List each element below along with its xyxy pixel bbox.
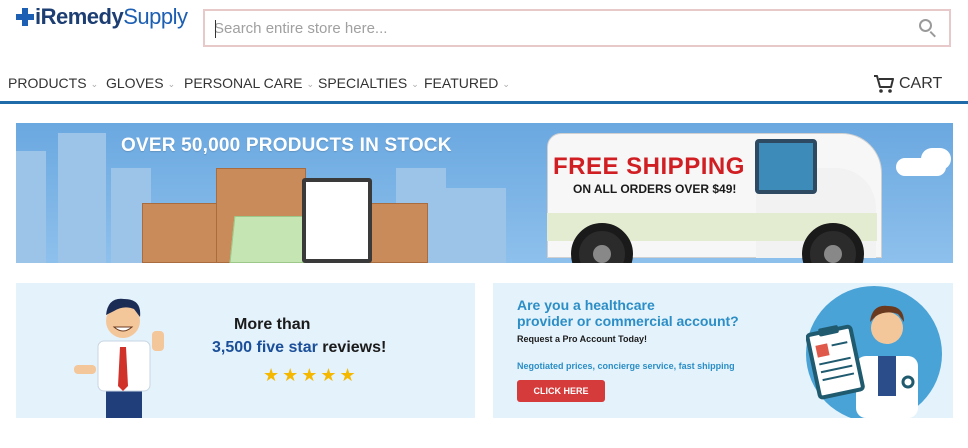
nav-item-personal-care[interactable]: PERSONAL CARE ⌄ — [184, 75, 314, 91]
banner-stock-free-shipping[interactable]: OVER 50,000 PRODUCTS IN STOCK FREE SHIPP… — [16, 123, 953, 263]
nav-item-featured[interactable]: FEATURED ⌄ — [424, 75, 510, 91]
van-window — [755, 139, 817, 194]
nav-item-label: SPECIALTIES — [318, 75, 408, 91]
cloud-shape — [921, 148, 951, 170]
cart-link[interactable]: CART — [873, 74, 942, 94]
search-icon[interactable] — [915, 15, 941, 41]
stock-title: OVER 50,000 PRODUCTS IN STOCK — [121, 135, 452, 156]
reviews-line-1: More than — [234, 316, 311, 333]
banner-reviews[interactable]: More than 3,500 five star reviews! ★★★★★ — [16, 283, 475, 418]
pro-account-title: Are you a healthcare provider or commerc… — [517, 297, 739, 329]
free-shipping-subtext: ON ALL ORDERS OVER $49! — [573, 182, 737, 196]
nav-item-label: PRODUCTS — [8, 75, 87, 91]
pro-account-subtitle: Request a Pro Account Today! — [517, 334, 648, 344]
pro-account-title-line-2: provider or commercial account? — [517, 313, 739, 329]
nav-item-label: GLOVES — [106, 75, 164, 91]
chevron-down-icon: ⌄ — [306, 78, 315, 89]
chevron-down-icon: ⌄ — [167, 78, 176, 89]
nav-divider — [0, 101, 968, 104]
reviews-count: 3,500 five star — [212, 339, 318, 356]
click-here-button[interactable]: CLICK HERE — [517, 380, 605, 402]
reviews-suffix: reviews! — [317, 339, 387, 356]
reviews-line-2: 3,500 five star reviews! — [212, 339, 386, 357]
cart-icon — [874, 75, 894, 93]
pro-account-title-line-1: Are you a healthcare — [517, 297, 655, 313]
page: iRemedy Supply PRODUCTS⌄ GLOVES⌄ PERSONA… — [0, 0, 968, 448]
banner-pro-account[interactable]: Are you a healthcare provider or commerc… — [493, 283, 953, 418]
text-cursor — [215, 20, 216, 38]
site-logo[interactable]: iRemedy Supply — [16, 4, 188, 30]
doctor-illustration — [806, 305, 918, 418]
nav-item-label: PERSONAL CARE — [184, 75, 303, 91]
cart-label: CART — [899, 75, 943, 92]
main-nav: PRODUCTS ⌄ GLOVES ⌄ PERSONAL CARE ⌄ SPECIAL… — [0, 70, 968, 98]
nav-item-products[interactable]: PRODUCTS ⌄ — [8, 75, 98, 91]
logo-text-secondary: Supply — [123, 4, 188, 29]
building-shape — [446, 188, 506, 263]
medical-cross-icon — [16, 8, 34, 26]
nav-item-gloves[interactable]: GLOVES ⌄ — [106, 75, 175, 91]
nav-item-specialties[interactable]: SPECIALTIES ⌄ — [318, 75, 419, 91]
building-shape — [16, 151, 46, 263]
chevron-down-icon: ⌄ — [502, 78, 510, 89]
chevron-down-icon: ⌄ — [411, 78, 419, 89]
free-shipping-heading: FREE SHIPPING — [553, 153, 745, 180]
box-shape — [142, 203, 222, 263]
box-shape — [366, 203, 428, 263]
clipboard-illustration — [302, 178, 372, 263]
nav-item-label: FEATURED — [424, 75, 499, 91]
happy-man-illustration — [74, 298, 164, 418]
search-bar — [203, 9, 951, 47]
pro-account-perks: Negotiated prices, concierge service, fa… — [517, 361, 735, 371]
star-rating-icon: ★★★★★ — [263, 365, 359, 385]
chevron-down-icon: ⌄ — [90, 78, 99, 89]
building-shape — [58, 133, 106, 263]
logo-text-primary: iRemedy — [35, 4, 124, 29]
search-input[interactable] — [205, 11, 915, 45]
